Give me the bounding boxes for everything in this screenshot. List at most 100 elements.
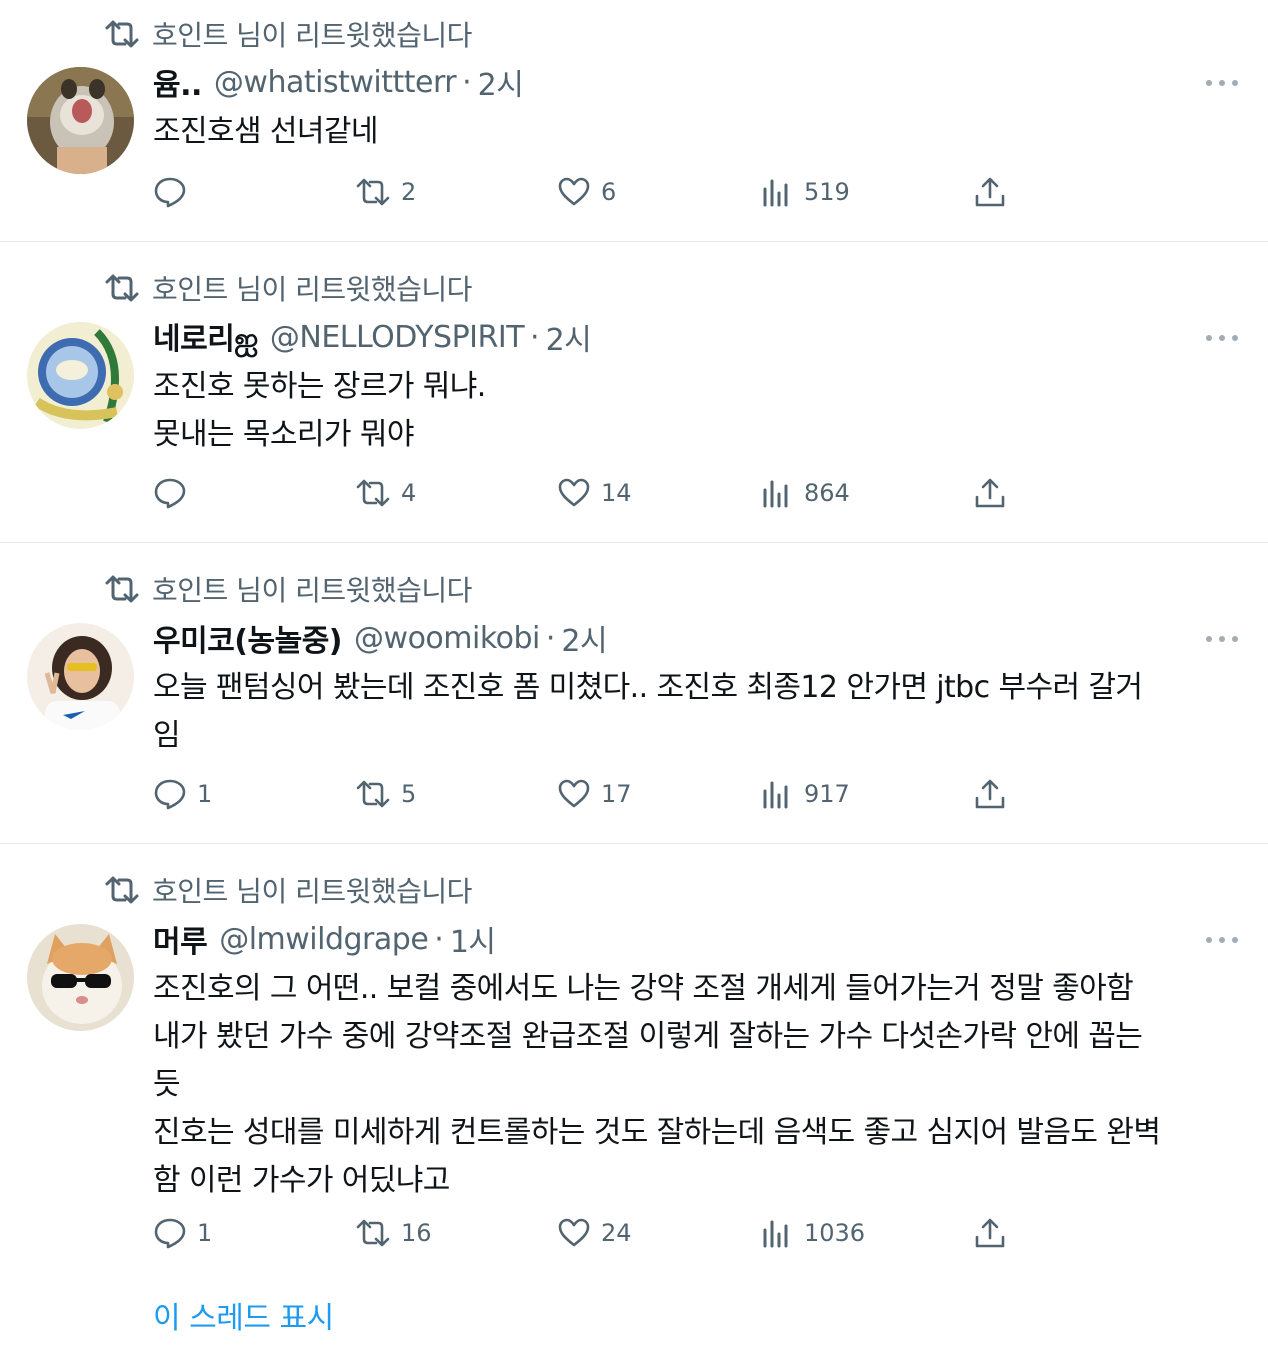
retweet-icon [356,178,390,206]
heart-icon [558,1218,590,1247]
show-thread-link[interactable]: 이 스레드 표시 [153,1293,334,1337]
reply-icon [154,1218,186,1249]
retweet-button[interactable]: 5 [355,776,416,812]
share-icon [975,177,1005,207]
more-options-icon[interactable] [1202,328,1242,348]
separator-dot: · [530,319,540,355]
like-count: 24 [601,1219,632,1247]
heart-icon [558,177,590,206]
retweet-icon [105,20,139,48]
more-options-icon[interactable] [1202,73,1242,93]
like-button[interactable]: 24 [557,1215,632,1251]
retweet-icon [356,479,390,507]
tweet-header: 머루 @lmwildgrape · 1시 [153,916,496,962]
avatar[interactable] [27,924,134,1031]
separator-dot: · [434,921,444,957]
views-chart-icon [763,1220,788,1248]
tweet[interactable]: 호인트 님이 리트윗했습니다 윰.. @whatistwittterr · 2시… [0,0,1268,241]
retweet-context-text: 호인트 님이 리트윗했습니다 [152,19,472,52]
retweet-context-text: 호인트 님이 리트윗했습니다 [152,273,472,306]
more-options-icon[interactable] [1202,930,1242,950]
reply-button[interactable]: 1 [153,776,212,812]
reply-button[interactable] [153,174,197,210]
user-handle[interactable]: @woomikobi [354,621,540,656]
views-chart-icon [763,480,788,508]
like-count: 17 [601,780,632,808]
separator-dot: · [462,64,472,100]
heart-icon [558,779,590,808]
views-button[interactable]: 917 [760,776,850,812]
user-display-name[interactable]: 머루 [153,917,208,961]
share-icon [975,1218,1005,1248]
views-chart-icon [763,781,788,809]
like-button[interactable]: 17 [557,776,632,812]
retweet-icon [105,274,139,302]
user-display-name[interactable]: 네로리ஐ [153,314,258,361]
view-count: 917 [804,780,850,808]
retweet-icon [105,876,139,904]
views-chart-icon [763,179,788,207]
tweet-actions: 2 6 519 [153,174,1033,210]
like-count: 14 [601,479,632,507]
view-count: 1036 [804,1219,866,1247]
retweet-button[interactable]: 16 [355,1215,432,1251]
view-count: 864 [804,479,850,507]
share-button[interactable] [973,174,1007,210]
views-button[interactable]: 519 [760,174,850,210]
avatar-image [27,924,134,1031]
like-button[interactable]: 14 [557,475,632,511]
share-icon [975,779,1005,809]
tweet-text: 조진호 못하는 장르가 뭐냐. 못내는 목소리가 뭐야 [153,369,486,452]
tweet[interactable]: 호인트 님이 리트윗했습니다 우미코(농놀중) @woomikobi · 2시 … [0,543,1268,843]
retweet-count: 5 [401,780,417,808]
reply-button[interactable] [153,475,197,511]
tweet-header: 우미코(농놀중) @woomikobi · 2시 [153,615,608,661]
retweet-icon [356,1219,390,1247]
tweet-timestamp[interactable]: 2시 [561,616,607,660]
share-icon [975,478,1005,508]
retweet-count: 2 [401,178,417,206]
reply-icon [154,779,186,810]
reply-button[interactable]: 1 [153,1215,212,1251]
more-options-icon[interactable] [1202,629,1242,649]
retweet-count: 4 [401,479,417,507]
tweet-text: 조진호의 그 어떤.. 보컬 중에서도 나는 강약 조절 개세게 들어가는거 정… [153,971,1161,1198]
retweet-context: 호인트 님이 리트윗했습니다 [104,569,472,609]
views-button[interactable]: 864 [760,475,850,511]
share-button[interactable] [973,1215,1007,1251]
retweet-count: 16 [401,1219,432,1247]
share-button[interactable] [973,475,1007,511]
tweet-actions: 4 14 864 [153,475,1033,511]
tweet-timestamp[interactable]: 2시 [546,315,592,359]
avatar[interactable] [27,623,134,730]
retweet-icon [105,575,139,603]
user-handle[interactable]: @lmwildgrape [219,922,429,957]
reply-icon [154,177,186,208]
tweet-timestamp[interactable]: 1시 [450,917,496,961]
user-handle[interactable]: @whatistwittterr [214,65,457,100]
share-button[interactable] [973,776,1007,812]
tweet-header: 네로리ஐ @NELLODYSPIRIT · 2시 [153,314,592,361]
user-handle[interactable]: @NELLODYSPIRIT [270,320,525,355]
tweet[interactable]: 호인트 님이 리트윗했습니다 네로리ஐ @NELLODYSPIRIT · 2시 … [0,242,1268,542]
views-button[interactable]: 1036 [760,1215,865,1251]
retweet-button[interactable]: 2 [355,174,416,210]
heart-icon [558,478,590,507]
reply-count: 1 [197,1219,213,1247]
retweet-context: 호인트 님이 리트윗했습니다 [104,268,472,308]
retweet-button[interactable]: 4 [355,475,416,511]
like-button[interactable]: 6 [557,174,616,210]
tweet-text: 오늘 팬텀싱어 봤는데 조진호 폼 미쳤다.. 조진호 최종12 안가면 jtb… [153,670,1143,753]
retweet-context: 호인트 님이 리트윗했습니다 [104,14,472,54]
tweet-actions: 1 16 24 1036 [153,1215,1033,1251]
tweet[interactable]: 호인트 님이 리트윗했습니다 머루 @lmwildgrape · 1시 조진호의… [0,844,1268,1352]
tweet-actions: 1 5 17 917 [153,776,1033,812]
user-display-name[interactable]: 우미코(농놀중) [153,616,343,660]
avatar[interactable] [27,322,134,429]
user-display-name[interactable]: 윰.. [153,60,202,104]
tweet-timestamp[interactable]: 2시 [478,60,524,104]
like-count: 6 [601,178,617,206]
view-count: 519 [804,178,850,206]
retweet-icon [356,780,390,808]
avatar[interactable] [27,67,134,174]
